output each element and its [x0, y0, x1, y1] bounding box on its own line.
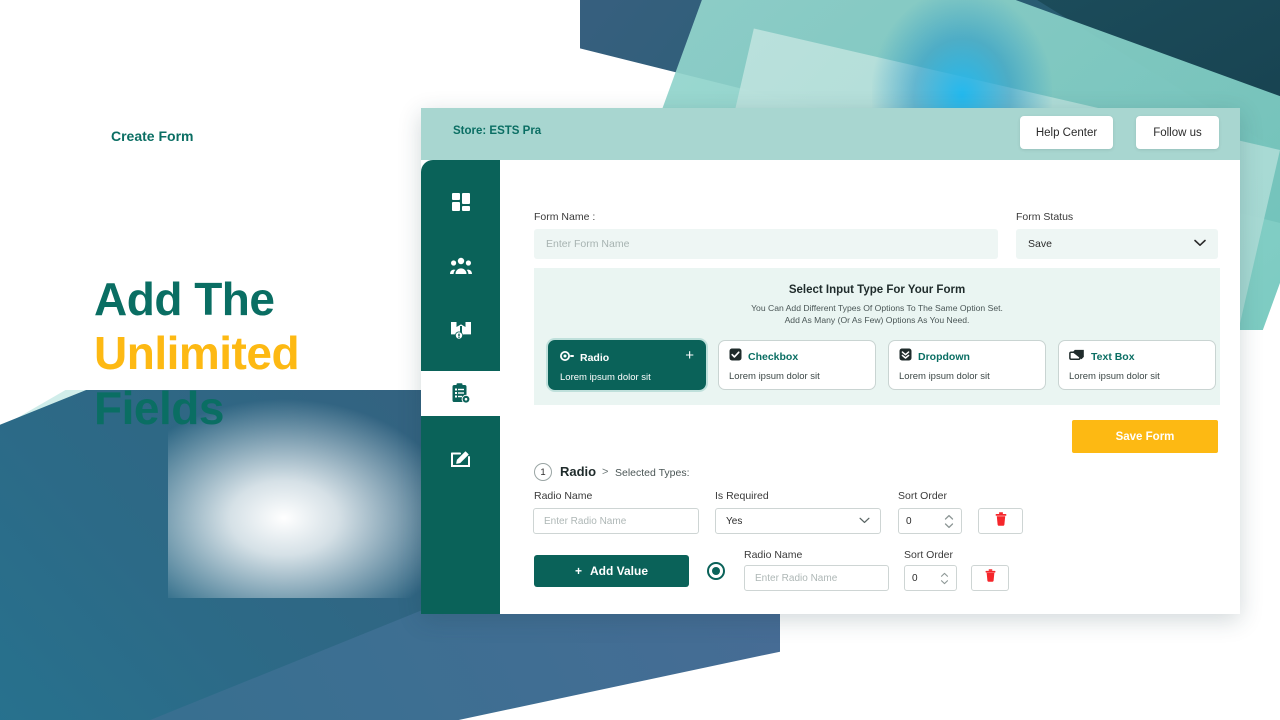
radio-name-input[interactable]: [533, 508, 699, 534]
delete-row-button[interactable]: [978, 508, 1023, 534]
headline-line-2: Unlimited: [94, 327, 300, 380]
input-type-subtitle: You Can Add Different Types Of Options T…: [534, 302, 1220, 327]
is-required-value: Yes: [726, 515, 743, 527]
input-type-panel: Select Input Type For Your Form You Can …: [534, 268, 1220, 405]
add-value-button[interactable]: + Add Value: [534, 555, 689, 587]
input-type-title: Select Input Type For Your Form: [788, 284, 966, 296]
trash-icon: [995, 511, 1007, 531]
edit-pencil-icon: [450, 447, 471, 468]
section-name: Radio: [560, 464, 597, 479]
follow-us-button[interactable]: Follow us: [1136, 116, 1219, 149]
sidebar-nav: [421, 160, 500, 614]
users-icon: [449, 256, 472, 276]
input-type-card-subtitle: Lorem ipsum dolor sit: [560, 372, 651, 383]
input-type-subtitle-line-1: You Can Add Different Types Of Options T…: [751, 303, 1003, 313]
section-number-badge: 1: [534, 463, 552, 481]
form-status-select[interactable]: Save: [1016, 229, 1218, 259]
screenshot-stage: Add The Unlimited Fields Store: ESTS Pra…: [0, 0, 1280, 720]
headline-line-1: Add The: [94, 273, 275, 325]
add-radio-icon[interactable]: +: [685, 348, 694, 363]
column-header-is-required: Is Required: [715, 490, 769, 502]
textbox-icon: [1069, 348, 1085, 366]
sidebar-item-dashboard[interactable]: [421, 179, 500, 224]
value-sort-order-label: Sort Order: [904, 549, 954, 561]
column-header-radio-name: Radio Name: [534, 490, 593, 502]
value-delete-button[interactable]: [971, 565, 1009, 591]
add-value-label: Add Value: [590, 564, 649, 578]
input-type-card-subtitle: Lorem ipsum dolor sit: [899, 371, 990, 382]
chevron-down-icon: [1194, 238, 1206, 250]
form-name-input[interactable]: [534, 229, 998, 259]
value-radio-toggle[interactable]: [707, 562, 725, 580]
plus-icon: +: [574, 564, 582, 578]
dropdown-icon: [899, 348, 912, 366]
trash-icon: [985, 569, 996, 587]
sort-order-stepper[interactable]: 0: [898, 508, 962, 534]
input-type-card-title: Dropdown: [918, 351, 970, 363]
input-type-card-radio[interactable]: Radio Lorem ipsum dolor sit +: [548, 340, 706, 390]
input-type-subtitle-line-2: Add As Many (Or As Few) Options As You N…: [784, 315, 970, 326]
grid-icon: [451, 192, 471, 212]
form-status-value: Save: [1028, 238, 1052, 250]
input-type-card-dropdown[interactable]: Dropdown Lorem ipsum dolor sit: [888, 340, 1046, 390]
page-title: Create Form: [111, 128, 194, 144]
input-type-card-checkbox[interactable]: Checkbox Lorem ipsum dolor sit: [718, 340, 876, 390]
sidebar-item-edit[interactable]: [421, 435, 500, 480]
radio-icon: [560, 349, 574, 367]
input-type-card-title: Checkbox: [748, 351, 799, 363]
input-type-card-title: Radio: [580, 352, 610, 364]
chevron-down-icon: [859, 516, 870, 527]
value-radio-name-label: Radio Name: [744, 549, 803, 561]
value-radio-name-input[interactable]: [744, 565, 889, 591]
column-header-sort-order: Sort Order: [898, 490, 948, 502]
sidebar-item-forms[interactable]: [421, 371, 500, 416]
form-status-label: Form Status: [1016, 211, 1074, 223]
app-topbar: Store: ESTS Pra Help Center Follow us: [421, 108, 1240, 160]
form-name-label: Form Name :: [534, 211, 596, 223]
sidebar-item-catalog[interactable]: [421, 307, 500, 352]
section-separator: >: [602, 466, 609, 478]
selected-types-label: Selected Types:: [615, 467, 690, 479]
input-type-card-textbox[interactable]: Text Box Lorem ipsum dolor sit: [1058, 340, 1216, 390]
clipboard-form-icon: [451, 383, 471, 404]
sidebar-item-customers[interactable]: [421, 243, 500, 288]
store-label: Store: ESTS Pra: [453, 125, 542, 137]
help-center-button[interactable]: Help Center: [1020, 116, 1113, 149]
book-icon: [450, 319, 472, 340]
marketing-headline: Add The Unlimited Fields: [94, 272, 424, 435]
value-sort-order-value: 0: [912, 572, 918, 584]
checkbox-icon: [729, 348, 742, 366]
headline-line-3: Fields: [94, 381, 224, 434]
input-type-card-title: Text Box: [1091, 351, 1135, 363]
sort-order-value: 0: [906, 515, 912, 527]
input-type-card-subtitle: Lorem ipsum dolor sit: [729, 371, 820, 382]
input-type-card-list: Radio Lorem ipsum dolor sit + Checkbox L…: [548, 340, 1216, 390]
input-type-card-subtitle: Lorem ipsum dolor sit: [1069, 371, 1160, 382]
stepper-arrows-icon[interactable]: [944, 514, 954, 529]
save-form-button[interactable]: Save Form: [1072, 420, 1218, 453]
is-required-select[interactable]: Yes: [715, 508, 881, 534]
stepper-arrows-icon[interactable]: [940, 572, 949, 585]
value-sort-order-stepper[interactable]: 0: [904, 565, 957, 591]
